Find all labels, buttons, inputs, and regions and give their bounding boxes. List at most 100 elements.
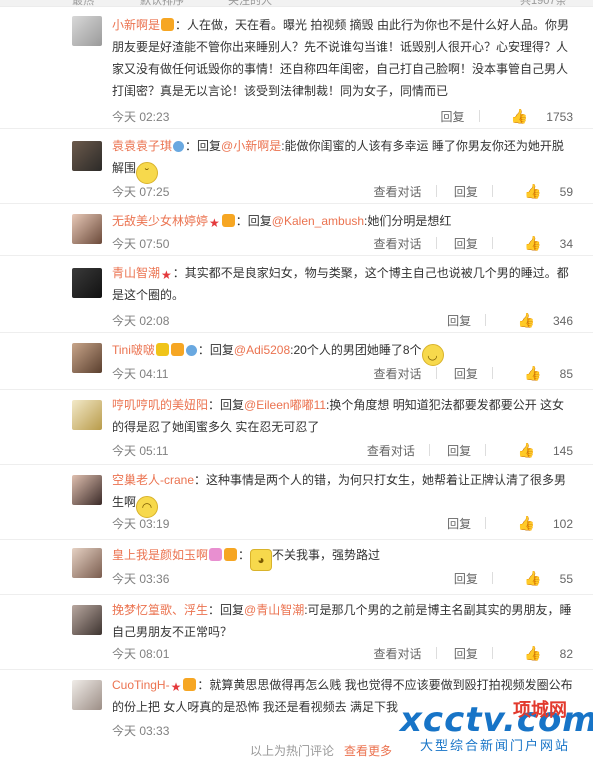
username[interactable]: 皇上我是颜如玉啊	[112, 548, 208, 562]
smile-emoji-icon: ◡	[421, 344, 444, 366]
reply-button[interactable]: 回复	[447, 312, 471, 329]
tab-default[interactable]: 默认排序	[140, 0, 184, 8]
username[interactable]: 袁袁袁子琪	[112, 139, 172, 153]
like-button[interactable]: 👍 145	[504, 442, 573, 459]
like-button[interactable]: 👍 102	[504, 515, 573, 532]
divider	[435, 647, 437, 659]
username[interactable]: 青山智潮	[112, 266, 160, 280]
reply-prefix: ：回复	[235, 214, 272, 228]
thumbs-up-icon: 👍	[510, 108, 529, 124]
comment-item: 小新啊是 ：人在做，天在看。曝光 拍视频 摘毁 由此行为你也不是什么好人品。你男朋…	[0, 8, 593, 129]
username[interactable]: 挽梦忆篁歌、浮生	[112, 603, 208, 617]
thumbs-up-icon: 👍	[517, 312, 535, 328]
vip-v-icon	[155, 343, 169, 356]
avatar[interactable]	[72, 605, 102, 635]
divider	[491, 367, 493, 379]
thumbs-up-icon: 👍	[517, 442, 535, 458]
avatar[interactable]	[72, 548, 102, 578]
like-count: 1753	[546, 110, 573, 124]
vip-badge-icon	[170, 343, 184, 356]
view-conversation-button[interactable]: 查看对话	[373, 183, 421, 200]
username[interactable]: CuoTingH-	[112, 678, 170, 692]
reply-button[interactable]: 回复	[454, 365, 478, 382]
like-count: 55	[559, 572, 573, 586]
divider	[435, 237, 437, 249]
verified-icon	[185, 345, 197, 356]
like-count: 102	[552, 517, 573, 531]
like-button[interactable]: 👍 85	[510, 365, 573, 382]
view-conversation-button[interactable]: 查看对话	[373, 235, 421, 252]
star-icon: ★	[209, 216, 220, 230]
avatar[interactable]	[72, 475, 102, 505]
like-count: 85	[559, 367, 573, 381]
divider	[478, 110, 480, 122]
mention-link[interactable]: @小新啊是	[221, 139, 281, 153]
comment-item: 青山智潮★：其实都不是良家妇女，物与类聚，这个博主自己也说被几个男的睡过。都是这…	[0, 256, 593, 333]
mention-link[interactable]: @Eileen嘟嘟11	[244, 398, 326, 412]
reply-button[interactable]: 回复	[447, 442, 471, 459]
thumbs-up-icon: 👍	[524, 645, 542, 661]
thumbs-up-icon: 👍	[524, 183, 542, 199]
avatar[interactable]	[72, 680, 102, 710]
divider	[491, 572, 493, 584]
comment-item: 无敌美少女林婷婷★ ：回复@Kalen_ambush:她们分明是想红 今天 07:…	[0, 204, 593, 256]
comment-item: 皇上我是颜如玉啊 ： ◕ 不关我事，强势路过 今天 03:36 回复 👍 55	[0, 540, 593, 595]
divider	[435, 367, 437, 379]
sweat-emoji-icon: ˘	[136, 162, 159, 184]
avatar[interactable]	[72, 400, 102, 430]
avatar[interactable]	[72, 141, 102, 171]
avatar[interactable]	[72, 343, 102, 373]
like-button[interactable]: 👍 34	[510, 235, 573, 252]
colon: ：	[238, 548, 251, 562]
mention-link[interactable]: @Kalen_ambush	[272, 214, 364, 228]
view-more-link[interactable]: 查看更多	[344, 742, 392, 759]
thumbs-up-icon: 👍	[524, 235, 542, 251]
view-conversation-button[interactable]: 查看对话	[373, 645, 421, 662]
divider	[485, 517, 487, 529]
like-button[interactable]: 👍 346	[504, 312, 573, 329]
divider	[491, 185, 493, 197]
reply-button[interactable]: 回复	[454, 183, 478, 200]
comment-item: 哼叽哼叽的美妞阳：回复@Eileen嘟嘟11:换个角度想 明知道犯法都要发都要公…	[0, 390, 593, 465]
divider	[435, 185, 437, 197]
mention-link[interactable]: @青山智潮	[244, 603, 304, 617]
reply-button[interactable]: 回复	[441, 108, 465, 125]
like-button[interactable]: 👍 1753	[497, 108, 573, 125]
username[interactable]: 空巢老人-crane	[112, 473, 194, 487]
reply-button[interactable]: 回复	[454, 570, 478, 587]
view-conversation-button[interactable]: 查看对话	[367, 442, 415, 459]
reply-button[interactable]: 回复	[454, 645, 478, 662]
view-conversation-button[interactable]: 查看对话	[373, 365, 421, 382]
timestamp: 今天 03:36	[112, 572, 170, 586]
comment-item: 空巢老人-crane：这种事情是两个人的错，为何只打女生，她帮着让正牌认清了很多…	[0, 465, 593, 540]
avatar[interactable]	[72, 16, 102, 46]
mention-link[interactable]: @Adi5208	[234, 343, 290, 357]
username[interactable]: 哼叽哼叽的美妞阳	[112, 398, 208, 412]
like-button[interactable]: 👍 55	[510, 570, 573, 587]
like-count: 82	[559, 647, 573, 661]
tab-following[interactable]: 关注的人	[228, 0, 272, 8]
username[interactable]: 小新啊是	[112, 18, 160, 32]
comment-item: Tini啵啵 ：回复@Adi5208:20个人的男团她睡了8个 ◡ 今天 04:11…	[0, 333, 593, 390]
reply-button[interactable]: 回复	[447, 515, 471, 532]
comment-total: 共1907条	[520, 0, 567, 7]
reply-button[interactable]: 回复	[454, 235, 478, 252]
like-count: 346	[552, 314, 573, 328]
thumbs-up-icon: 👍	[517, 515, 535, 531]
divider	[428, 444, 430, 456]
avatar[interactable]	[72, 268, 102, 298]
watermark-site-name: 项城网	[513, 700, 567, 720]
doge-emoji-icon: ◕	[250, 549, 273, 571]
timestamp: 今天 07:50	[112, 237, 170, 251]
tab-hot[interactable]: 最热	[72, 0, 94, 8]
like-button[interactable]: 👍 82	[510, 645, 573, 662]
comment-text: :她们分明是想红	[364, 214, 452, 228]
username[interactable]: Tini啵啵	[112, 343, 155, 357]
like-button[interactable]: 👍 59	[510, 183, 573, 200]
comment-item: 挽梦忆篁歌、浮生：回复@青山智潮:可是那几个男的之前是博主名副其实的男朋友，睡自…	[0, 595, 593, 670]
username[interactable]: 无敌美少女林婷婷	[112, 214, 208, 228]
avatar[interactable]	[72, 214, 102, 244]
reply-prefix: ：回复	[185, 139, 222, 153]
vip-badge-icon	[224, 548, 238, 561]
thumbs-up-icon: 👍	[524, 570, 542, 586]
